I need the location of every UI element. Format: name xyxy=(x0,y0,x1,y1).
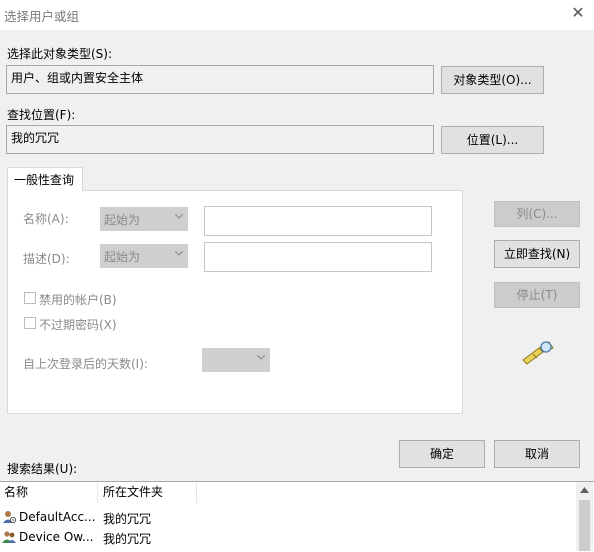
name-label: 名称(A): xyxy=(23,212,69,226)
search-flashlight-icon xyxy=(522,341,554,365)
description-label: 描述(D): xyxy=(23,252,70,266)
object-types-button[interactable]: 对象类型(O)... xyxy=(441,66,544,94)
scroll-up-arrow-icon[interactable] xyxy=(580,487,589,493)
description-mode-value: 起始为 xyxy=(104,250,141,264)
search-results-label: 搜索结果(U): xyxy=(7,462,78,476)
object-type-label: 选择此对象类型(S): xyxy=(7,47,113,61)
column-header-folder[interactable]: 所在文件夹 xyxy=(103,483,163,503)
table-row[interactable]: DefaultAcc... 我的冗冗 xyxy=(0,508,576,528)
ok-button[interactable]: 确定 xyxy=(399,440,485,468)
name-mode-value: 起始为 xyxy=(104,213,141,227)
scrollbar-thumb[interactable] xyxy=(579,500,590,551)
disabled-accounts-checkbox[interactable] xyxy=(24,292,36,304)
location-field: 我的冗冗 xyxy=(6,125,434,154)
close-icon[interactable]: ✕ xyxy=(568,3,588,23)
column-header-name[interactable]: 名称 xyxy=(4,483,28,503)
chevron-down-icon xyxy=(175,250,183,256)
row-name: DefaultAcc... xyxy=(19,510,96,524)
user-icon xyxy=(3,511,16,524)
chevron-down-icon xyxy=(175,213,183,219)
vertical-scrollbar[interactable] xyxy=(576,482,593,551)
days-since-logon-label: 自上次登录后的天数(I): xyxy=(23,357,148,371)
user-group-icon xyxy=(2,531,16,543)
table-row[interactable]: Device Ow... 我的冗冗 xyxy=(0,528,576,548)
row-folder: 我的冗冗 xyxy=(103,512,152,526)
description-input[interactable] xyxy=(204,242,432,272)
row-folder: 我的冗冗 xyxy=(103,532,152,546)
name-input[interactable] xyxy=(204,206,432,236)
row-name: Device Ow... xyxy=(19,530,94,544)
name-mode-select[interactable]: 起始为 xyxy=(100,207,188,231)
non-expiring-password-checkbox[interactable] xyxy=(24,317,36,329)
column-divider[interactable] xyxy=(196,483,197,503)
disabled-accounts-label: 禁用的帐户(B) xyxy=(39,293,117,307)
find-now-button[interactable]: 立即查找(N) xyxy=(494,240,580,268)
window-title: 选择用户或组 xyxy=(4,9,80,24)
object-type-field: 用户、组或内置安全主体 xyxy=(6,65,434,94)
location-label: 查找位置(F): xyxy=(7,108,76,122)
days-since-logon-select[interactable] xyxy=(202,348,270,372)
cancel-button[interactable]: 取消 xyxy=(494,440,580,468)
title-bar xyxy=(0,0,594,30)
stop-button[interactable]: 停止(T) xyxy=(494,282,580,308)
description-mode-select[interactable]: 起始为 xyxy=(100,244,188,268)
chevron-down-icon xyxy=(257,354,265,360)
locations-button[interactable]: 位置(L)... xyxy=(441,126,544,154)
tab-common-queries[interactable]: 一般性查询 xyxy=(7,167,83,191)
columns-button[interactable]: 列(C)... xyxy=(494,201,580,227)
column-divider[interactable] xyxy=(97,483,98,503)
non-expiring-password-label: 不过期密码(X) xyxy=(39,318,117,332)
